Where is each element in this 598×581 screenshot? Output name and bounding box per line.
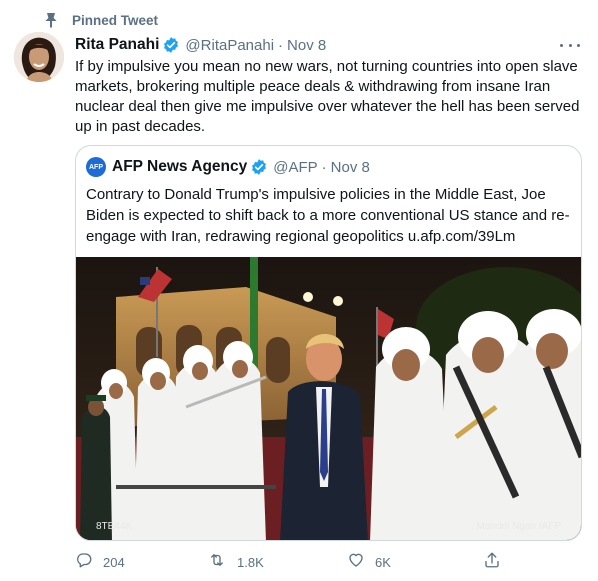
retweet-icon xyxy=(207,551,227,574)
tweet-header: Rita Panahi @RitaPanahi · Nov 8 xyxy=(75,34,326,56)
quoted-tweet-date[interactable]: Nov 8 xyxy=(331,159,370,176)
retweet-count: 1.8K xyxy=(237,554,264,570)
like-button[interactable]: 6K xyxy=(347,550,391,574)
quoted-tweet-card[interactable]: AFP AFP News Agency @AFP · Nov 8 Contrar… xyxy=(75,145,582,541)
tweet-actions: 204 1.8K 6K xyxy=(75,550,505,574)
more-options-icon[interactable] xyxy=(560,38,580,52)
quoted-author-name[interactable]: AFP News Agency xyxy=(112,158,247,176)
pinned-indicator: Pinned Tweet xyxy=(44,10,158,30)
retweet-button[interactable]: 1.8K xyxy=(207,550,264,574)
photo-credit-left: 8TE44K xyxy=(96,521,133,532)
quoted-tweet-text: Contrary to Donald Trump's impulsive pol… xyxy=(86,186,570,245)
verified-icon xyxy=(162,36,180,54)
like-count: 6K xyxy=(375,554,391,570)
reply-button[interactable]: 204 xyxy=(75,550,125,574)
separator-dot: · xyxy=(278,36,284,54)
avatar[interactable] xyxy=(14,32,64,82)
quoted-tweet-photo[interactable]: 8TE44K Mandel Ngan /AFP xyxy=(76,257,581,540)
photo-credit-right: Mandel Ngan /AFP xyxy=(476,521,562,532)
share-icon xyxy=(483,551,501,574)
author-handle[interactable]: @RitaPanahi xyxy=(185,37,274,54)
afp-avatar[interactable]: AFP xyxy=(86,157,106,177)
separator-dot: · xyxy=(321,158,327,176)
verified-icon xyxy=(250,158,268,176)
share-button[interactable] xyxy=(483,550,501,574)
pinned-label: Pinned Tweet xyxy=(72,12,159,28)
reply-icon xyxy=(75,551,93,574)
author-name[interactable]: Rita Panahi xyxy=(75,36,159,54)
reply-count: 204 xyxy=(103,554,125,570)
quoted-tweet-header: AFP AFP News Agency @AFP · Nov 8 xyxy=(86,156,370,178)
tweet-date[interactable]: Nov 8 xyxy=(287,37,326,54)
tweet-text: If by impulsive you mean no new wars, no… xyxy=(75,58,580,135)
pin-icon xyxy=(44,10,70,30)
quoted-author-handle[interactable]: @AFP xyxy=(273,159,317,176)
heart-icon xyxy=(347,551,365,574)
